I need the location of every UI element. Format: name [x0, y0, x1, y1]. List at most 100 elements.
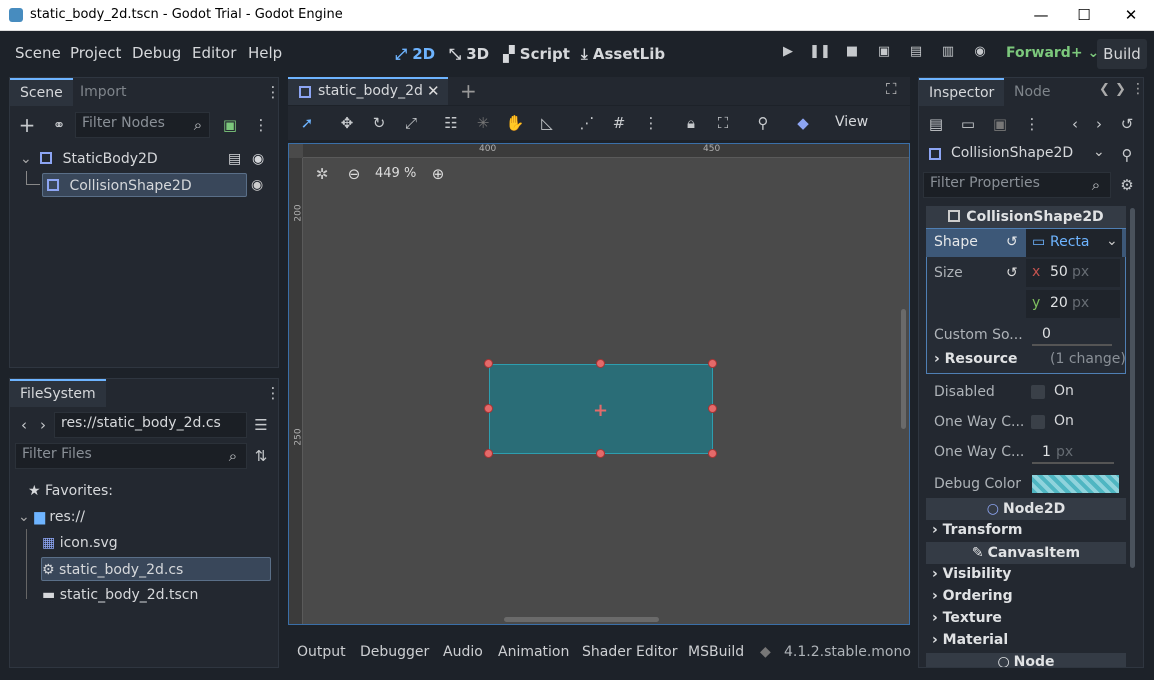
link-icon[interactable]: ⚭	[48, 114, 70, 136]
snap-options-icon[interactable]: ⋮	[640, 112, 662, 134]
build-button[interactable]: Build	[1097, 39, 1147, 69]
tab-node[interactable]: Node	[1004, 78, 1061, 106]
transform-section[interactable]: › Transform	[932, 522, 1023, 538]
resize-handle-top-left[interactable]	[484, 359, 493, 368]
dock-left-icon[interactable]: ❮	[1099, 82, 1110, 97]
play-custom-scene-icon[interactable]: ▥	[937, 44, 959, 64]
play-scene-icon[interactable]: ▤	[905, 44, 927, 64]
add-tab-icon[interactable]: +	[460, 79, 477, 103]
file-item-icon-svg[interactable]: ▦ icon.svg	[42, 531, 118, 555]
history-icon[interactable]: ↺	[1116, 113, 1138, 135]
filter-properties-input[interactable]: Filter Properties	[923, 172, 1111, 198]
list-select-icon[interactable]: ☷	[440, 112, 462, 134]
menu-project[interactable]: Project	[70, 44, 121, 62]
filter-files-input[interactable]: Filter Files	[15, 443, 247, 469]
custom-solver-slider[interactable]: 0	[1032, 322, 1112, 348]
tab-animation[interactable]: Animation	[498, 644, 569, 660]
tab-scene[interactable]: Scene	[10, 78, 73, 106]
version-label[interactable]: 4.1.2.stable.mono	[784, 644, 911, 660]
dock-menu-icon[interactable]: ⋮	[262, 382, 284, 404]
split-view-icon[interactable]: ☰	[250, 414, 272, 436]
resize-handle-left[interactable]	[484, 404, 493, 413]
scale-tool-icon[interactable]: ⤢	[400, 112, 422, 134]
move-tool-icon[interactable]: ✥	[336, 112, 358, 134]
ordering-section[interactable]: › Ordering	[932, 588, 1013, 604]
resize-handle-top-right[interactable]	[708, 359, 717, 368]
resize-handle-right[interactable]	[708, 404, 717, 413]
revert-icon[interactable]: ↺	[1006, 265, 1018, 281]
rotate-tool-icon[interactable]: ↻	[368, 112, 390, 134]
history-back-icon[interactable]: ‹	[1064, 113, 1086, 135]
load-resource-icon[interactable]: ▭	[957, 113, 979, 135]
canvas-viewport[interactable]: 400 450 200 250 ✲ ⊖ 449 % ⊕ +	[288, 143, 910, 625]
visibility-eye-icon[interactable]: ◉	[252, 147, 264, 171]
extra-menu-icon[interactable]: ⋮	[1021, 113, 1043, 135]
property-options-icon[interactable]: ⚙	[1116, 174, 1138, 196]
scene-tab[interactable]: static_body_2d ✕	[288, 77, 448, 105]
save-resource-icon[interactable]: ▣	[989, 113, 1011, 135]
pivot-tool-icon[interactable]: ✳	[472, 112, 494, 134]
tab-audio[interactable]: Audio	[443, 644, 483, 660]
resize-handle-top[interactable]	[596, 359, 605, 368]
node-selector[interactable]: CollisionShape2D ⌄	[924, 142, 1109, 168]
tab-shader-editor[interactable]: Shader Editor	[582, 644, 677, 660]
path-field[interactable]: res://static_body_2d.cs	[54, 412, 247, 438]
history-forward-icon[interactable]: ›	[1088, 113, 1110, 135]
workspace-3d-button[interactable]: ⤡ 3D	[449, 45, 489, 63]
texture-section[interactable]: › Texture	[932, 610, 1002, 626]
view-menu[interactable]: View	[835, 114, 868, 130]
tab-inspector[interactable]: Inspector	[919, 78, 1005, 106]
menu-scene[interactable]: Scene	[15, 44, 61, 62]
forward-icon[interactable]: ›	[32, 414, 54, 436]
shape-resource-picker[interactable]: ▭ Recta ⌄	[1026, 229, 1122, 257]
center-view-icon[interactable]: ✲	[311, 163, 333, 185]
tab-filesystem[interactable]: FileSystem	[10, 379, 106, 407]
movie-maker-icon[interactable]: ◉	[969, 44, 991, 64]
minimize-button[interactable]: —	[1030, 4, 1052, 26]
new-resource-icon[interactable]: ▤	[925, 113, 947, 135]
workspace-assetlib-button[interactable]: ⤓ AssetLib	[581, 45, 665, 63]
visibility-section[interactable]: › Visibility	[932, 566, 1011, 582]
resize-handle-bottom[interactable]	[596, 449, 605, 458]
renderer-select[interactable]: Forward+ ⌄	[1006, 45, 1099, 61]
revert-icon[interactable]: ↺	[1006, 234, 1018, 250]
zoom-out-icon[interactable]: ⊖	[343, 163, 365, 185]
dock-menu-icon[interactable]: ⋮	[1131, 81, 1143, 97]
stop-icon[interactable]: ■	[841, 44, 863, 64]
size-y-field[interactable]: y 20 px	[1026, 290, 1120, 318]
object-properties-icon[interactable]: ⚲	[1116, 144, 1138, 166]
menu-debug[interactable]: Debug	[132, 44, 181, 62]
tree-node-staticbody2d[interactable]: ⌄ StaticBody2D ▤ ◉	[20, 147, 270, 171]
bone-icon[interactable]: ⚲	[752, 112, 774, 134]
resize-handle-bottom-right[interactable]	[708, 449, 717, 458]
sort-icon[interactable]: ⇅	[250, 445, 272, 467]
file-item-static-body-cs[interactable]: ⚙ static_body_2d.cs	[41, 557, 271, 581]
inspector-scrollbar[interactable]	[1130, 208, 1135, 568]
close-button[interactable]: ✕	[1120, 4, 1142, 26]
resource-section[interactable]: › Resource (1 change)	[926, 348, 1126, 372]
add-node-icon[interactable]: +	[16, 114, 38, 136]
tree-node-collisionshape2d[interactable]: CollisionShape2D	[42, 173, 247, 197]
collision-rectangle[interactable]: +	[489, 364, 713, 454]
res-folder-item[interactable]: ⌄ ▆ res://	[18, 505, 85, 529]
scene-menu-icon[interactable]: ⋮	[250, 114, 272, 136]
zoom-in-icon[interactable]: ⊕	[427, 163, 449, 185]
workspace-2d-button[interactable]: ⤢ 2D	[395, 45, 435, 63]
dock-right-icon[interactable]: ❯	[1115, 82, 1126, 97]
maximize-button[interactable]: ☐	[1073, 4, 1095, 26]
distraction-free-icon[interactable]: ⛶	[886, 80, 897, 98]
size-x-field[interactable]: x 50 px	[1026, 259, 1120, 287]
menu-editor[interactable]: Editor	[192, 44, 236, 62]
material-section[interactable]: › Material	[932, 632, 1008, 648]
favorites-item[interactable]: ★ Favorites:	[28, 479, 113, 503]
pan-tool-icon[interactable]: ✋	[504, 112, 526, 134]
remote-debug-icon[interactable]: ▣	[873, 44, 895, 64]
one-way-margin-slider[interactable]: 1 px	[1032, 440, 1114, 466]
file-item-static-body-tscn[interactable]: ▬ static_body_2d.tscn	[42, 583, 198, 607]
script-attached-icon[interactable]: ▤	[228, 147, 241, 171]
group-icon[interactable]: ⛶	[712, 112, 734, 134]
grid-snap-icon[interactable]: #	[608, 112, 630, 134]
menu-help[interactable]: Help	[248, 44, 282, 62]
ruler-tool-icon[interactable]: ◺	[536, 112, 558, 134]
play-icon[interactable]: ▶	[777, 44, 799, 64]
